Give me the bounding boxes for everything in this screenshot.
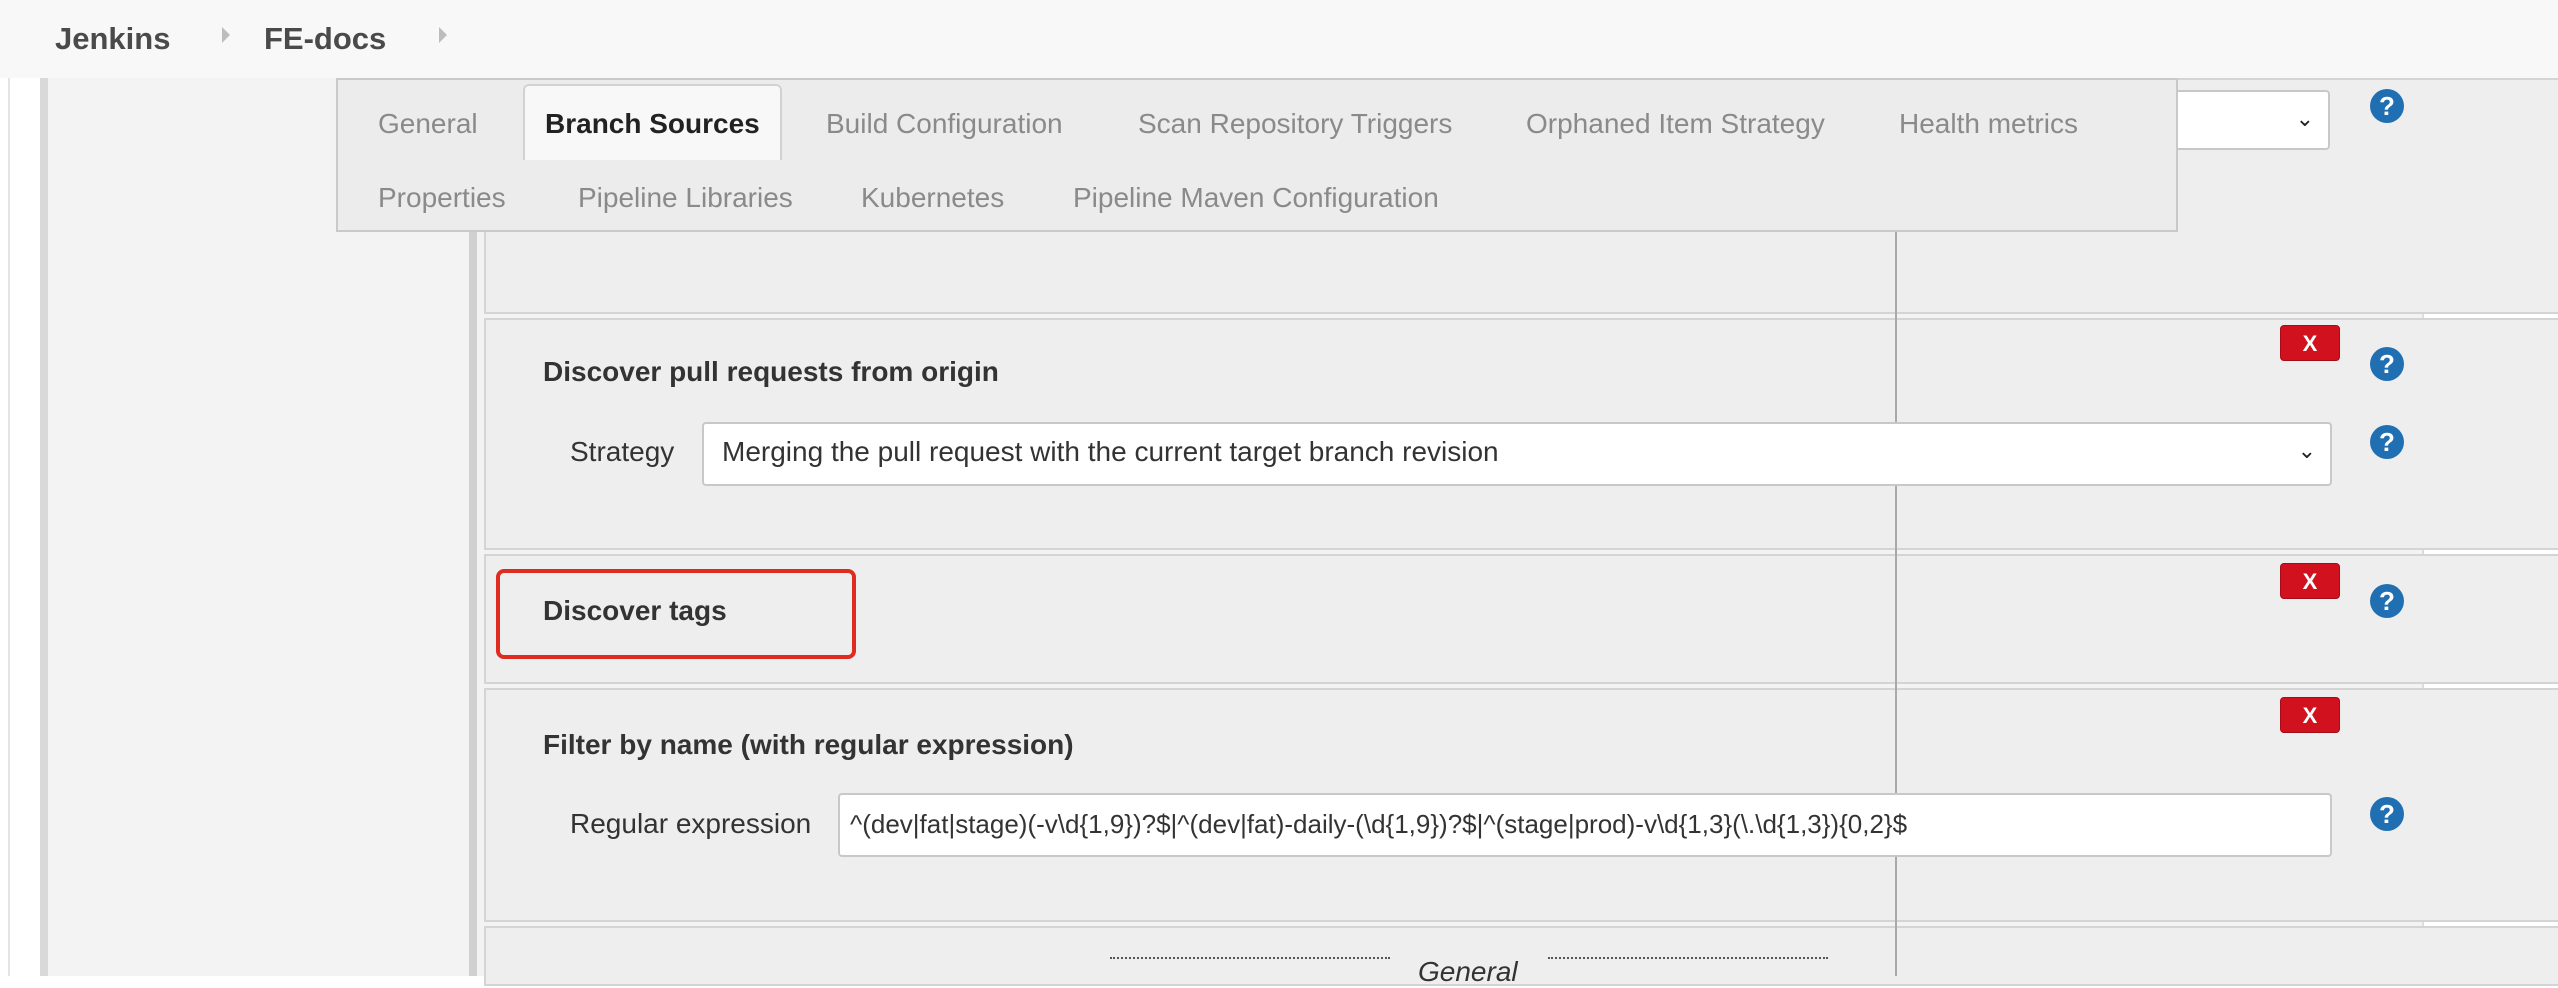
inner-section-bar <box>469 230 477 976</box>
highlight-annotation <box>496 569 856 659</box>
separator-line-left <box>1110 957 1390 959</box>
tab-orphaned-item-strategy[interactable]: Orphaned Item Strategy <box>1526 108 1825 140</box>
strategy-select[interactable]: Merging the pull request with the curren… <box>702 422 2332 486</box>
tab-kubernetes[interactable]: Kubernetes <box>861 182 1004 214</box>
tab-properties[interactable]: Properties <box>378 182 506 214</box>
chevron-down-icon: ⌄ <box>2295 106 2314 131</box>
tab-build-configuration[interactable]: Build Configuration <box>826 108 1063 140</box>
general-separator-label: General <box>1418 956 1518 987</box>
strategy-label: Strategy <box>570 436 675 467</box>
section-general <box>484 926 2558 986</box>
tab-scan-repository-triggers[interactable]: Scan Repository Triggers <box>1138 108 1452 140</box>
tab-pipeline-maven-configuration[interactable]: Pipeline Maven Configuration <box>1073 182 1439 214</box>
regex-input[interactable]: ^(dev|fat|stage)(-v\d{1,9})?$|^(dev|fat)… <box>838 793 2332 857</box>
regex-input-value: ^(dev|fat|stage)(-v\d{1,9})?$|^(dev|fat)… <box>850 809 1908 839</box>
breadcrumb-jenkins[interactable]: Jenkins <box>55 20 170 58</box>
section-title-pull-requests: Discover pull requests from origin <box>543 356 999 387</box>
page-divider <box>8 78 10 976</box>
chevron-right-icon[interactable] <box>439 27 447 43</box>
tab-pipeline-libraries[interactable]: Pipeline Libraries <box>578 182 793 214</box>
chevron-right-icon[interactable] <box>222 27 230 43</box>
delete-filter-button[interactable]: X <box>2280 697 2340 733</box>
regex-label: Regular expression <box>570 808 812 839</box>
help-icon[interactable]: ? <box>2370 425 2404 459</box>
tab-general[interactable]: General <box>378 108 478 140</box>
delete-pull-requests-button[interactable]: X <box>2280 325 2340 361</box>
tab-branch-sources[interactable]: Branch Sources <box>523 84 782 160</box>
separator-line-right <box>1548 957 1828 959</box>
strategy-select-value: Merging the pull request with the curren… <box>722 436 1499 467</box>
help-icon[interactable]: ? <box>2370 797 2404 831</box>
outer-section-bar <box>40 78 48 976</box>
chevron-down-icon: ⌄ <box>2297 438 2316 463</box>
tab-health-metrics[interactable]: Health metrics <box>1899 108 2078 140</box>
breadcrumb: Jenkins FE-docs <box>0 0 2558 78</box>
help-icon[interactable]: ? <box>2370 584 2404 618</box>
breadcrumb-fe-docs[interactable]: FE-docs <box>264 20 386 58</box>
config-tabs: General Branch Sources Build Configurati… <box>336 78 2178 232</box>
help-icon[interactable]: ? <box>2370 89 2404 123</box>
delete-tags-button[interactable]: X <box>2280 563 2340 599</box>
section-title-filter: Filter by name (with regular expression) <box>543 729 1074 760</box>
help-icon[interactable]: ? <box>2370 347 2404 381</box>
